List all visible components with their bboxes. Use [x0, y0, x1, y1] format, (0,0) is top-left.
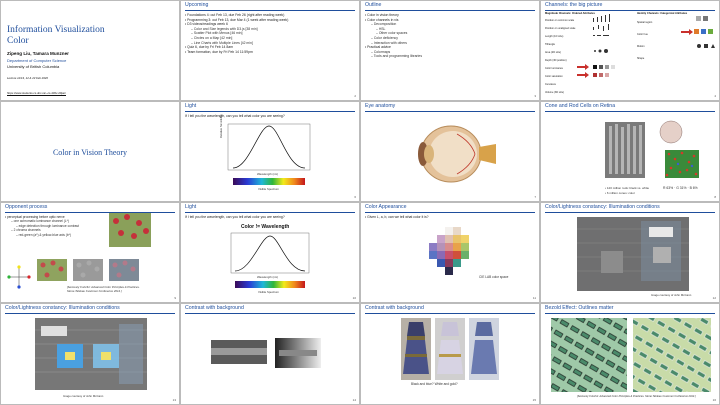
- slide-outline[interactable]: Outline • Color in vision theory • Color…: [360, 0, 540, 101]
- identity-list: Spatial region Color hue Motion Shape: [637, 17, 652, 65]
- image-credit: Image courtesy of John McCann: [651, 293, 692, 297]
- bullet-list: • Foundations 4: out Feb 13, due Feb 26 …: [185, 13, 288, 54]
- department: Department of Computer Science: [7, 58, 67, 63]
- page-number: 6: [354, 195, 356, 199]
- arrow-icon: [577, 64, 589, 70]
- sensitivity-curve: [234, 235, 306, 272]
- page-number: 11: [532, 296, 536, 300]
- constancy-photo: [577, 217, 689, 291]
- lecture-date: Lecture 12/13, 12 & 23 Feb 2020: [7, 76, 48, 80]
- section-title: Color in Vision Theory: [52, 148, 128, 157]
- slide-title-heading-1: Information Visualization: [7, 25, 105, 35]
- page-number: 13: [172, 398, 176, 402]
- page-number: 4: [714, 94, 716, 98]
- title-rule: [185, 10, 355, 11]
- y-axis-label: Relative Sensitivity: [219, 114, 223, 138]
- spectrum-label: Visible Spectrum: [258, 290, 279, 294]
- rods-caption: • 120 million rods: black vs. white: [605, 186, 650, 190]
- course-url[interactable]: https://www.students.cs.ubc.ca/~cs-436v-…: [7, 91, 66, 95]
- bullet: • Team formation, due by Fri Feb 14 11:5…: [185, 49, 253, 54]
- lab-color-cube: [429, 227, 469, 275]
- bullet-list: • Color in vision theory • Color channel…: [365, 13, 422, 59]
- slide-opponent-process[interactable]: Opponent process • perceptual processing…: [0, 202, 180, 303]
- page-number: 2: [354, 94, 356, 98]
- title-rule: [365, 10, 535, 11]
- slide-section-color-vision[interactable]: Color in Vision Theory: [0, 101, 180, 202]
- cone-ratio: R 63% · G 31% · B 6%: [663, 186, 698, 190]
- sub-bullet: – Tools and programming libraries: [371, 54, 423, 59]
- lab-caption: CIE LAB color space: [479, 275, 509, 279]
- citation-line-2: Stone.Tableau Customer Conference 2014.]: [67, 289, 122, 293]
- slide-light[interactable]: Light If I tell you the wavelength, can …: [180, 101, 360, 202]
- x-axis-label: Wavelength (nm): [257, 275, 279, 279]
- channel-label: Spatial region: [637, 21, 653, 24]
- page-number: 9: [174, 296, 176, 300]
- page-number: 16: [712, 398, 716, 402]
- slide-upcoming[interactable]: Upcoming • Foundations 4: out Feb 13, du…: [180, 0, 360, 101]
- slide-channels[interactable]: Channels: the big picture Magnitude Chan…: [540, 0, 720, 101]
- arrow-icon: [681, 29, 693, 35]
- citation: [Seriously Colorful: Advanced Color Prin…: [577, 395, 696, 398]
- slide-cone-rod[interactable]: Cone and Rod Cells on Retina • 120 milli…: [540, 101, 720, 202]
- page-number: 8: [714, 195, 716, 199]
- channel-label: Shape: [637, 57, 645, 60]
- slide-light-2[interactable]: Light If I tell you the wavelength, can …: [180, 202, 360, 303]
- contrast-illusions: [211, 338, 321, 368]
- eye-diagram: [418, 125, 496, 183]
- page-number: 3: [534, 94, 536, 98]
- slide-bezold[interactable]: Bezold Effect: Outlines matter [Seriousl…: [540, 303, 720, 405]
- arrow-icon: [577, 72, 589, 78]
- page-number: 7: [534, 195, 536, 199]
- page-number: 14: [352, 398, 356, 402]
- channel-glyphs: [577, 14, 715, 78]
- slide-heading: Upcoming: [185, 2, 209, 8]
- slide-constancy-1[interactable]: Color/Lightness constancy: Illumination …: [540, 202, 720, 303]
- slide-constancy-2[interactable]: Color/Lightness constancy: Illumination …: [0, 303, 180, 405]
- sensitivity-chart-2: [230, 232, 310, 288]
- spectrum-bar: [233, 178, 305, 185]
- page-number: 12: [712, 296, 716, 300]
- slide-color-appearance[interactable]: Color Appearance • Given L, a, b, can we…: [360, 202, 540, 303]
- slide-title[interactable]: Information Visualization Color Zipeng L…: [0, 0, 180, 101]
- slide-eye-anatomy[interactable]: Eye anatomy 7: [360, 101, 540, 202]
- cones-caption: • 6 million cones: color: [605, 191, 635, 195]
- sensitivity-curve: [232, 125, 306, 169]
- slide-title-heading-2: Color: [7, 36, 29, 46]
- dress-caption: Black and blue? White and gold?: [411, 382, 458, 386]
- image-credit: Image courtesy of John McCann: [63, 394, 104, 398]
- university: University of British Columbia: [7, 64, 60, 69]
- slide-contrast-2[interactable]: Contrast with background Black and blue?…: [360, 303, 540, 405]
- bezold-figure: [551, 318, 711, 392]
- channel-label: Color hue: [637, 33, 648, 36]
- x-axis-label: Wavelength (nm): [257, 172, 279, 176]
- page-number: 10: [352, 296, 356, 300]
- channel-label: Motion: [637, 45, 645, 48]
- slide-heading: Outline: [365, 2, 382, 8]
- constancy-photo-colored: [35, 318, 147, 390]
- authors: Zipeng Liu, Tamara Munzner: [7, 51, 69, 56]
- slide-contrast-1[interactable]: Contrast with background 14: [180, 303, 360, 405]
- dress-images: [401, 318, 499, 380]
- spectrum-bar: [235, 281, 305, 288]
- slide-grid: Information Visualization Color Zipeng L…: [0, 0, 720, 405]
- spectrum-label: Visible Spectrum: [258, 187, 279, 191]
- bullet: • Foundations 4: out Feb 13, due Feb 26 …: [185, 13, 285, 17]
- page-number: 15: [532, 398, 536, 402]
